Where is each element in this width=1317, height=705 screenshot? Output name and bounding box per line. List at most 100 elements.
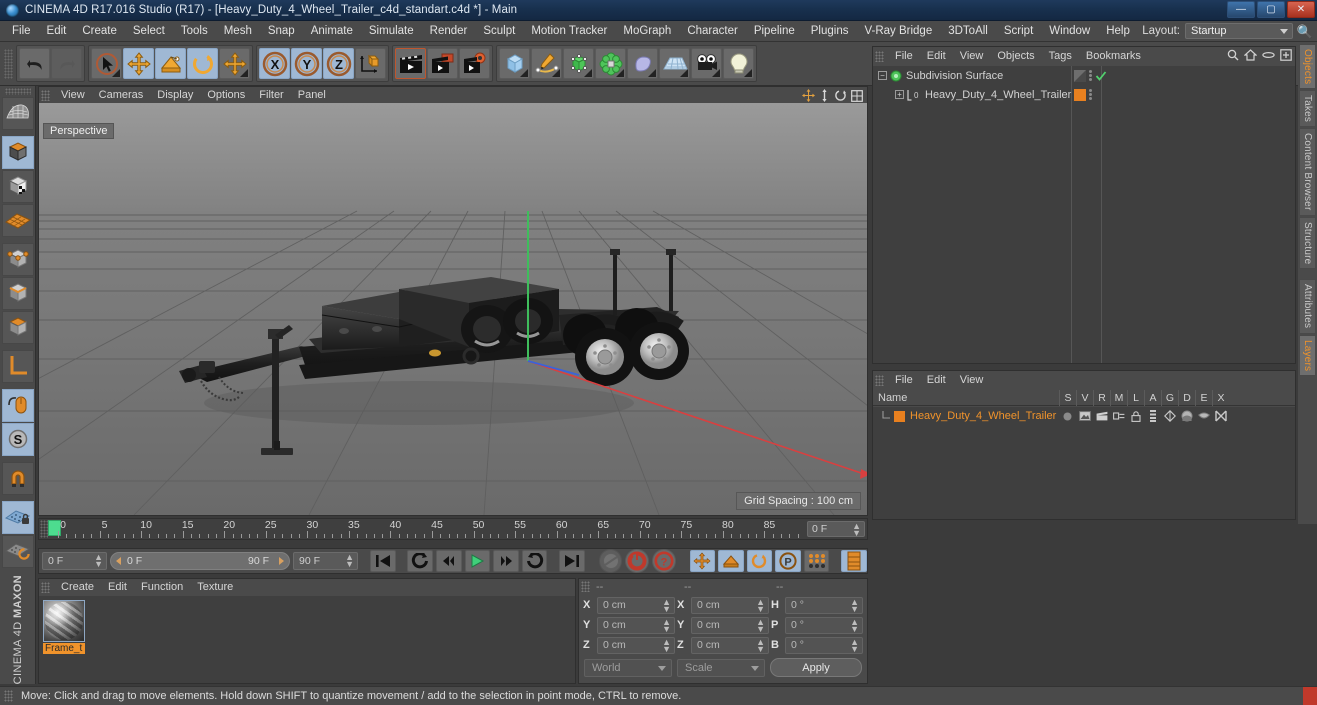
solo-dot-icon[interactable] bbox=[1059, 412, 1076, 421]
move-tool-duplicate-button[interactable] bbox=[219, 48, 250, 79]
menu-window[interactable]: Window bbox=[1041, 21, 1098, 42]
autokeying-button[interactable] bbox=[625, 549, 650, 573]
timeline-track[interactable]: 051015202530354045505560657075808590 bbox=[48, 518, 805, 540]
magnet-button[interactable] bbox=[1, 461, 34, 495]
close-button[interactable]: ✕ bbox=[1287, 1, 1315, 18]
menu-tools[interactable]: Tools bbox=[173, 21, 216, 42]
home-icon[interactable] bbox=[1244, 49, 1257, 61]
menu-v-ray-bridge[interactable]: V-Ray Bridge bbox=[856, 21, 940, 42]
menu-help[interactable]: Help bbox=[1098, 21, 1138, 42]
left-toolbar-grip[interactable] bbox=[4, 88, 31, 95]
menu-mesh[interactable]: Mesh bbox=[216, 21, 260, 42]
spinner-icon[interactable]: ▲ ▼ bbox=[756, 597, 765, 613]
material-list[interactable]: Frame_t bbox=[39, 596, 575, 683]
column-header-d[interactable]: D bbox=[1178, 389, 1195, 406]
visible-icon[interactable] bbox=[1076, 411, 1093, 421]
menu-animate[interactable]: Animate bbox=[303, 21, 361, 42]
size-x-input[interactable]: 0 cm ▲ ▼ bbox=[691, 596, 769, 614]
record-active-objects-button[interactable] bbox=[598, 549, 623, 573]
orange-material-tag-icon[interactable] bbox=[1074, 88, 1086, 101]
spinner-icon[interactable]: ▲ ▼ bbox=[662, 597, 671, 613]
apply-button[interactable]: Apply bbox=[770, 658, 862, 677]
polygon-mode-button[interactable] bbox=[1, 310, 34, 344]
range-left-arrow-icon[interactable] bbox=[116, 557, 122, 565]
spinner-icon[interactable]: ▲ ▼ bbox=[850, 617, 859, 633]
viewport-menu-display[interactable]: Display bbox=[150, 89, 200, 101]
spinner-icon[interactable]: ▲ ▼ bbox=[850, 637, 859, 653]
object-row-heavy-duty-trailer[interactable]: + 0 Heavy_Duty_4_Wheel_Trailer bbox=[873, 85, 1295, 104]
spinner-icon[interactable]: ▲ ▼ bbox=[850, 597, 859, 613]
keyframe-selection-button[interactable]: ? bbox=[652, 549, 676, 573]
toolbar-grip[interactable] bbox=[4, 48, 13, 79]
add-generator-button[interactable] bbox=[563, 48, 594, 79]
viewport-menu-filter[interactable]: Filter bbox=[252, 89, 290, 101]
go-to-next-key-button[interactable] bbox=[521, 550, 548, 572]
menu-motion-tracker[interactable]: Motion Tracker bbox=[523, 21, 615, 42]
rotation-p-input[interactable]: 0 ° ▲ ▼ bbox=[785, 616, 863, 634]
spinner-icon[interactable]: ▲ ▼ bbox=[662, 617, 671, 633]
size-z-input[interactable]: 0 cm ▲ ▼ bbox=[691, 636, 769, 654]
menu-script[interactable]: Script bbox=[996, 21, 1041, 42]
check-icon[interactable] bbox=[1095, 70, 1107, 82]
column-header-r[interactable]: R bbox=[1093, 389, 1110, 406]
play-button[interactable] bbox=[464, 550, 491, 572]
add-deformer-button[interactable] bbox=[595, 48, 626, 79]
position-x-input[interactable]: 0 cm ▲ ▼ bbox=[597, 596, 675, 614]
object-axis-button[interactable] bbox=[1, 349, 34, 383]
resize-corner[interactable] bbox=[1303, 687, 1317, 705]
object-menu-tags[interactable]: Tags bbox=[1042, 50, 1079, 62]
column-header-s[interactable]: S bbox=[1059, 389, 1076, 406]
spinner-icon[interactable]: ▲ ▼ bbox=[756, 637, 765, 653]
menu-select[interactable]: Select bbox=[125, 21, 173, 42]
timeline-frame-field[interactable]: 0 F ▲ ▼ bbox=[807, 521, 865, 538]
timeline-view-button[interactable] bbox=[841, 550, 867, 572]
dots-icon[interactable] bbox=[1089, 70, 1092, 81]
layer-color-swatch[interactable] bbox=[894, 410, 905, 422]
column-header-a[interactable]: A bbox=[1144, 389, 1161, 406]
material-menu-create[interactable]: Create bbox=[54, 581, 101, 593]
menu-mograph[interactable]: MoGraph bbox=[615, 21, 679, 42]
tab-takes[interactable]: Takes bbox=[1299, 90, 1316, 128]
viewport-menu-panel[interactable]: Panel bbox=[291, 89, 333, 101]
step-back-button[interactable] bbox=[436, 550, 462, 572]
spinner-icon[interactable]: ▲ ▼ bbox=[756, 617, 765, 633]
lock-x-axis-button[interactable]: X bbox=[259, 48, 290, 79]
timeline-grip[interactable] bbox=[40, 520, 48, 538]
deformer-icon[interactable] bbox=[1178, 410, 1195, 422]
go-to-previous-key-button[interactable] bbox=[407, 550, 434, 572]
menu-sculpt[interactable]: Sculpt bbox=[475, 21, 523, 42]
model-mode-button[interactable] bbox=[1, 135, 34, 169]
object-tree[interactable]: − Subdivision Surface + 0 Heavy_Duty_4_W… bbox=[873, 66, 1295, 363]
layer-table-body[interactable]: Heavy_Duty_4_Wheel_Trailer bbox=[873, 407, 1295, 519]
material-item[interactable]: Frame_t bbox=[43, 600, 89, 658]
viewport-grip[interactable] bbox=[41, 89, 50, 101]
object-menu-objects[interactable]: Objects bbox=[990, 50, 1041, 62]
spinner-icon[interactable]: ▲ ▼ bbox=[94, 553, 103, 569]
enable-axis-modification-button[interactable] bbox=[1, 388, 34, 422]
point-level-animation-button[interactable] bbox=[803, 550, 830, 572]
column-header-v[interactable]: V bbox=[1076, 389, 1093, 406]
rotate-button[interactable] bbox=[187, 48, 218, 79]
menu-snap[interactable]: Snap bbox=[260, 21, 303, 42]
layer-menu-file[interactable]: File bbox=[888, 374, 920, 386]
go-to-end-button[interactable] bbox=[559, 550, 585, 572]
position-z-input[interactable]: 0 cm ▲ ▼ bbox=[597, 636, 675, 654]
range-right-arrow-icon[interactable] bbox=[279, 557, 285, 565]
position-key-button[interactable] bbox=[689, 550, 716, 572]
parameter-key-button[interactable]: P bbox=[775, 550, 801, 572]
size-mode-select[interactable]: Scale bbox=[677, 658, 765, 677]
playhead-marker[interactable] bbox=[48, 520, 61, 536]
size-y-input[interactable]: 0 cm ▲ ▼ bbox=[691, 616, 769, 634]
expand-toggle-icon[interactable]: − bbox=[878, 71, 887, 80]
texture-mode-button[interactable] bbox=[1, 169, 34, 203]
animation-icon[interactable] bbox=[1144, 410, 1161, 422]
menu-edit[interactable]: Edit bbox=[39, 21, 75, 42]
xref-icon[interactable] bbox=[1212, 410, 1229, 422]
column-header-l[interactable]: L bbox=[1127, 389, 1144, 406]
dots-icon[interactable] bbox=[1089, 89, 1092, 100]
object-menu-edit[interactable]: Edit bbox=[920, 50, 953, 62]
tab-objects[interactable]: Objects bbox=[1299, 44, 1316, 90]
visibility-dots-icon[interactable] bbox=[1074, 69, 1086, 82]
viewport-menu-cameras[interactable]: Cameras bbox=[92, 89, 151, 101]
object-menu-bookmarks[interactable]: Bookmarks bbox=[1079, 50, 1148, 62]
